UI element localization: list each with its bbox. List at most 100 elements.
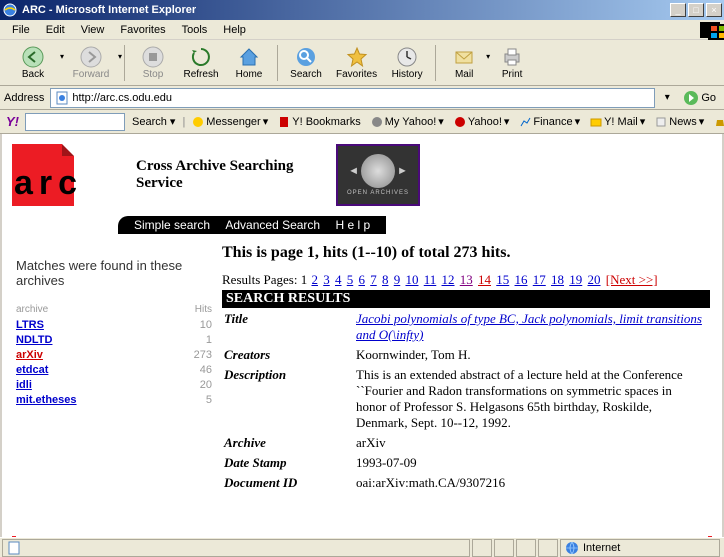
menu-file[interactable]: File — [4, 22, 38, 38]
menu-view[interactable]: View — [73, 22, 113, 38]
status-pane — [472, 539, 492, 557]
history-button[interactable]: History — [383, 44, 431, 82]
field-docid-value: oai:arXiv:math.CA/9307216 — [356, 474, 708, 492]
maximize-button[interactable]: □ — [688, 3, 704, 17]
page-link[interactable]: 19 — [569, 272, 582, 287]
yahoo-mail[interactable]: Y! Mail ▾ — [587, 115, 648, 128]
yahoo-search-input[interactable] — [25, 113, 125, 131]
print-icon — [501, 46, 523, 68]
page-link[interactable]: 3 — [323, 272, 330, 287]
page-link[interactable]: 8 — [382, 272, 389, 287]
mail-icon — [453, 46, 475, 68]
search-icon — [295, 46, 317, 68]
page-link[interactable]: 11 — [424, 272, 437, 287]
sidebar: Matches were found in these archives arc… — [2, 234, 222, 534]
page-link[interactable]: 4 — [335, 272, 342, 287]
tab-simple-search[interactable]: Simple search — [134, 218, 210, 232]
col-archive: archive — [16, 304, 48, 315]
page-link[interactable]: 15 — [496, 272, 509, 287]
page-link[interactable]: 2 — [311, 272, 318, 287]
close-button[interactable]: × — [706, 3, 722, 17]
menu-edit[interactable]: Edit — [38, 22, 73, 38]
internet-zone-icon — [565, 541, 579, 555]
archive-link-etdcat[interactable]: etdcat — [16, 363, 48, 378]
address-label: Address — [4, 92, 44, 104]
home-button[interactable]: Home — [225, 44, 273, 82]
archive-link-ndltd[interactable]: NDLTD — [16, 333, 52, 348]
page-link[interactable]: 9 — [394, 272, 401, 287]
yahoo-messenger[interactable]: Messenger ▾ — [189, 115, 271, 128]
go-button[interactable]: Go — [679, 90, 720, 106]
menubar: File Edit View Favorites Tools Help — [0, 20, 724, 40]
footer-link-ncstrl[interactable]: NCSTRL+ based digital library — [269, 536, 421, 537]
back-button[interactable]: Back ▾ — [4, 44, 62, 82]
page-link[interactable]: 20 — [588, 272, 601, 287]
field-archive-value: arXiv — [356, 434, 708, 452]
favorites-button[interactable]: Favorites — [330, 44, 383, 82]
pagination: Results Pages: 1 2 3 4 5 6 7 8 9 10 11 1… — [222, 272, 710, 288]
field-description-label: Description — [224, 366, 354, 432]
yahoo-news[interactable]: News ▾ — [652, 115, 707, 128]
back-icon — [22, 46, 44, 68]
menu-tools[interactable]: Tools — [174, 22, 216, 38]
forward-button[interactable]: Forward ▾ — [62, 44, 120, 82]
result-record: TitleJacobi polynomials of type BC, Jack… — [222, 308, 710, 494]
page-header: arc Cross Archive Searching Service ◄► O… — [2, 134, 722, 210]
yahoo-myyahoo[interactable]: My Yahoo! ▾ — [368, 115, 447, 128]
menu-help[interactable]: Help — [215, 22, 254, 38]
page-link[interactable]: 18 — [551, 272, 564, 287]
status-pane — [516, 539, 536, 557]
window-titlebar: ARC - Microsoft Internet Explorer _ □ × — [0, 0, 724, 20]
page-link[interactable]: 14 — [478, 272, 491, 287]
stop-button[interactable]: Stop — [129, 44, 177, 82]
menu-favorites[interactable]: Favorites — [112, 22, 173, 38]
forward-icon — [80, 46, 102, 68]
tab-help[interactable]: H e l p — [335, 218, 370, 232]
stop-icon — [142, 46, 164, 68]
page-link[interactable]: 7 — [370, 272, 377, 287]
archive-link-mit[interactable]: mit.etheses — [16, 393, 77, 408]
page-next[interactable]: [Next >>] — [606, 272, 658, 287]
archive-link-idli[interactable]: idli — [16, 378, 32, 393]
archive-link-ltrs[interactable]: LTRS — [16, 318, 44, 333]
go-icon — [683, 90, 699, 106]
tab-advanced-search[interactable]: Advanced Search — [225, 218, 320, 232]
history-icon — [396, 46, 418, 68]
sidebar-heading: Matches were found in these archives — [16, 258, 212, 288]
print-button[interactable]: Print — [488, 44, 536, 82]
result-title-link[interactable]: Jacobi polynomials of type BC, Jack poly… — [356, 311, 702, 342]
yahoo-finance[interactable]: Finance ▾ — [516, 115, 583, 128]
arc-logo: arc — [12, 144, 112, 206]
yahoo-toolbar: Y! Search ▾ | Messenger ▾ Y! Bookmarks M… — [0, 110, 724, 134]
field-datestamp-value: 1993-07-09 — [356, 454, 708, 472]
search-button[interactable]: Search — [282, 44, 330, 82]
page-current: 1 — [301, 272, 308, 287]
page-link[interactable]: 16 — [515, 272, 528, 287]
oai-logo: ◄► OPEN ARCHIVES — [336, 144, 420, 206]
address-input[interactable]: http://arc.cs.odu.edu — [50, 88, 655, 108]
service-title: Cross Archive Searching Service — [136, 158, 316, 192]
page-link[interactable]: 12 — [442, 272, 455, 287]
minimize-button[interactable]: _ — [670, 3, 686, 17]
statusbar: Internet — [0, 537, 724, 557]
page-link[interactable]: 5 — [347, 272, 354, 287]
yahoo-logo[interactable]: Y! — [4, 114, 21, 129]
yahoo-shopping[interactable]: Shopping ▾ — [711, 115, 724, 128]
page-link[interactable]: 10 — [405, 272, 418, 287]
window-title: ARC - Microsoft Internet Explorer — [22, 4, 670, 16]
field-title-label: Title — [224, 310, 354, 344]
ie-icon — [2, 2, 18, 18]
address-dropdown[interactable]: ▾ — [659, 92, 675, 103]
yahoo-search-dropdown[interactable]: Search ▾ — [129, 115, 178, 128]
page-link[interactable]: 17 — [533, 272, 546, 287]
archive-link-arxiv[interactable]: arXiv — [16, 348, 43, 363]
nav-tabs: Simple search Advanced Search H e l p — [118, 216, 722, 234]
yahoo-main[interactable]: Yahoo! ▾ — [451, 115, 513, 128]
footer-link-ups[interactable]: UPS — [169, 536, 191, 537]
refresh-button[interactable]: Refresh — [177, 44, 225, 82]
footer-link-odu[interactable]: Old Dominion University — [491, 536, 613, 537]
mail-button[interactable]: Mail ▾ — [440, 44, 488, 82]
page-link[interactable]: 6 — [358, 272, 365, 287]
yahoo-bookmarks[interactable]: Y! Bookmarks — [275, 116, 363, 128]
page-link[interactable]: 13 — [460, 272, 473, 287]
